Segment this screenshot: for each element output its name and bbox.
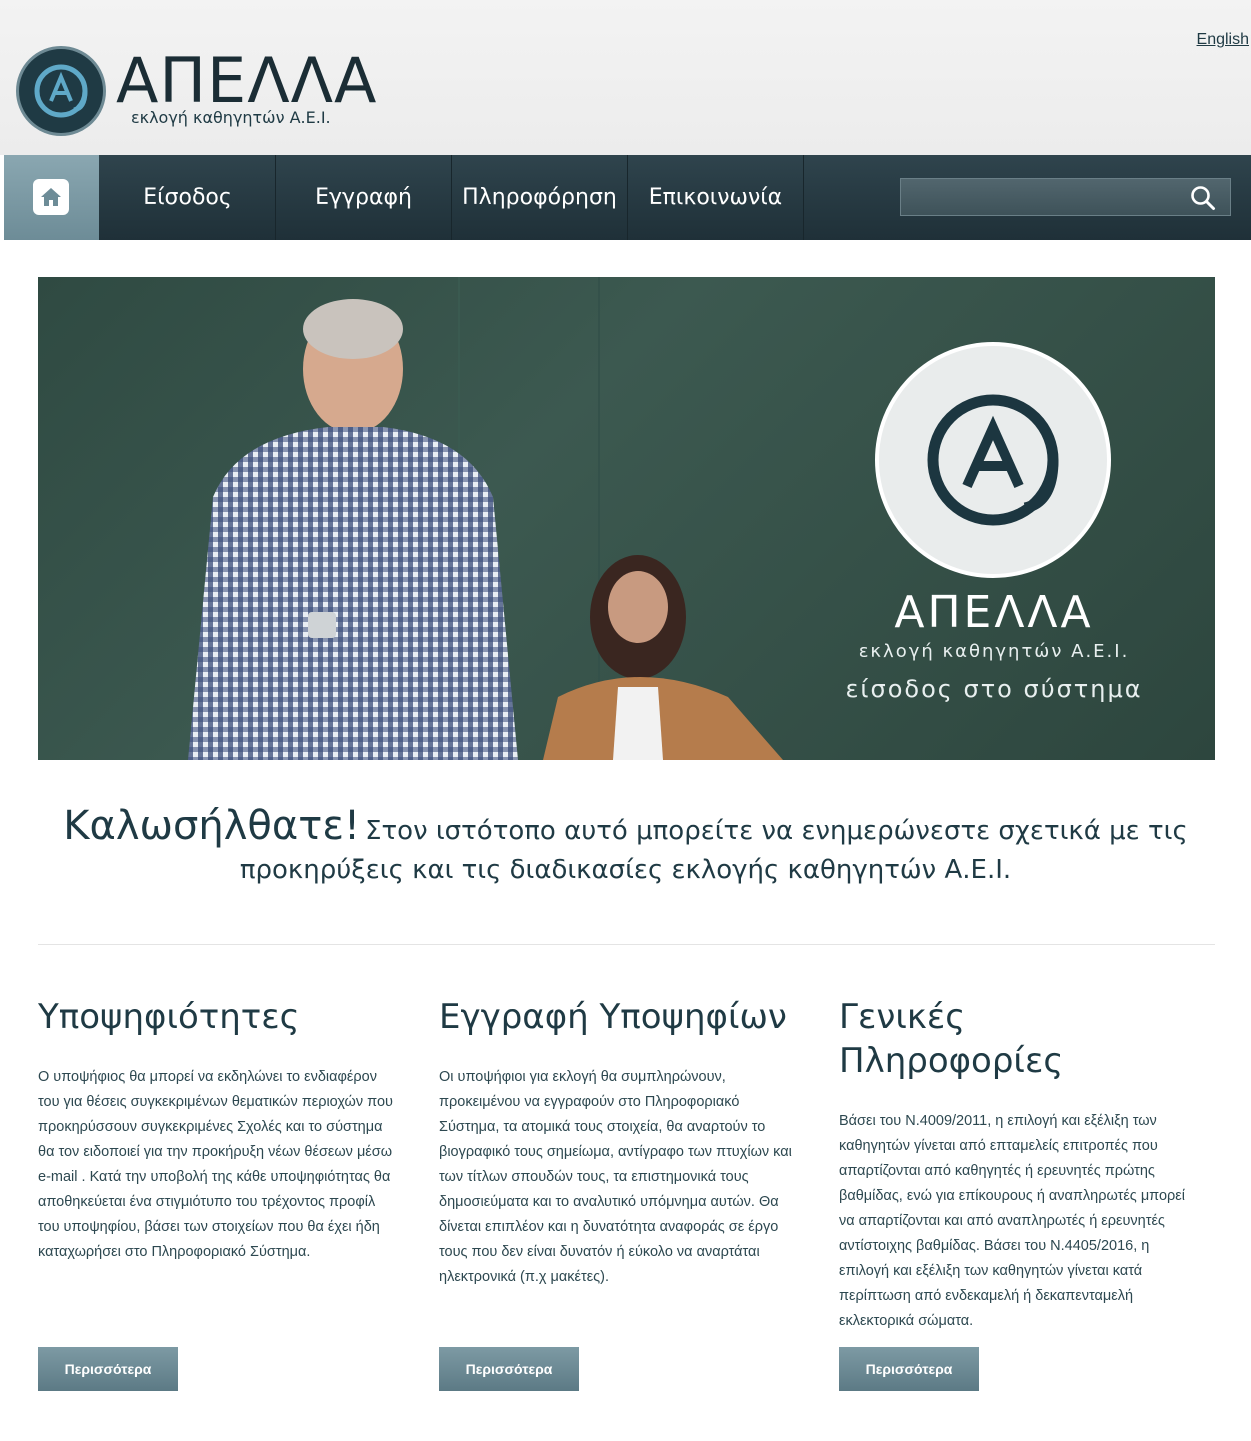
column-general-information: Γενικές Πληροφορίες Βάσει του Ν.4009/201… (839, 995, 1194, 1391)
column-title: Υποψηφιότητες (38, 997, 300, 1037)
more-button-candidacies[interactable]: Περισσότερα (38, 1347, 178, 1391)
more-button-registration[interactable]: Περισσότερα (439, 1347, 579, 1391)
column-candidate-registration: Εγγραφή Υποψηφίων Οι υποψήφιοι για εκλογ… (439, 995, 794, 1391)
hero-logo-badge (875, 342, 1111, 578)
welcome-message: Καλωσήλθατε! Στον ιστότοπο αυτό μπορείτε… (60, 806, 1191, 891)
site-logo[interactable]: ΑΠΕΛΛΑ εκλογή καθηγητών Α.Ε.Ι. (16, 46, 376, 138)
column-title: Γενικές Πληροφορίες (839, 997, 1064, 1081)
column-candidacies: Υποψηφιότητες Ο υποψήφιος θα μπορεί να ε… (38, 995, 393, 1391)
language-link-english[interactable]: English (1197, 31, 1249, 49)
column-body: Ο υποψήφιος θα μπορεί να εκδηλώνει το εν… (38, 1069, 393, 1260)
column-body: Βάσει του Ν.4009/2011, η επιλογή και εξέ… (839, 1113, 1185, 1329)
home-button[interactable] (4, 155, 99, 240)
welcome-heading: Καλωσήλθατε! (63, 803, 360, 849)
hero-photo-professor-student (188, 299, 783, 760)
column-title: Εγγραφή Υποψηφίων (439, 997, 787, 1037)
nav-item-register[interactable]: Εγγραφή (276, 155, 452, 240)
logo-subtitle: εκλογή καθηγητών Α.Ε.Ι. (131, 108, 331, 127)
nav-item-contact[interactable]: Επικοινωνία (628, 155, 804, 240)
welcome-text: Στον ιστότοπο αυτό μπορείτε να ενημερώνε… (239, 816, 1188, 885)
hero-login-link[interactable]: είσοδος στο σύστημα (836, 675, 1152, 703)
hero-banner: ΑΠΕΛΛΑ εκλογή καθηγητών Α.Ε.Ι. είσοδος σ… (38, 277, 1215, 760)
more-button-general-info[interactable]: Περισσότερα (839, 1347, 979, 1391)
hero-title: ΑΠΕΛΛΑ (894, 587, 1094, 638)
hero-subtitle: εκλογή καθηγητών Α.Ε.Ι. (858, 641, 1130, 662)
logo-at-icon (16, 46, 106, 136)
nav-item-login[interactable]: Είσοδος (100, 155, 276, 240)
main-navigation: Είσοδος Εγγραφή Πληροφόρηση Επικοινωνία (4, 155, 1251, 240)
logo-title: ΑΠΕΛΛΑ (116, 44, 378, 117)
section-divider (38, 944, 1215, 945)
search-input[interactable] (907, 183, 1161, 213)
page-header: English ΑΠΕΛΛΑ εκλογή καθηγητών Α.Ε.Ι. (0, 0, 1251, 155)
search-icon[interactable] (1190, 185, 1216, 211)
column-body: Οι υποψήφιοι για εκλογή θα συμπληρώνουν,… (439, 1069, 792, 1285)
search-box (900, 178, 1231, 216)
at-sign-icon (927, 394, 1059, 526)
nav-item-information[interactable]: Πληροφόρηση (452, 155, 628, 240)
home-icon (33, 179, 69, 215)
